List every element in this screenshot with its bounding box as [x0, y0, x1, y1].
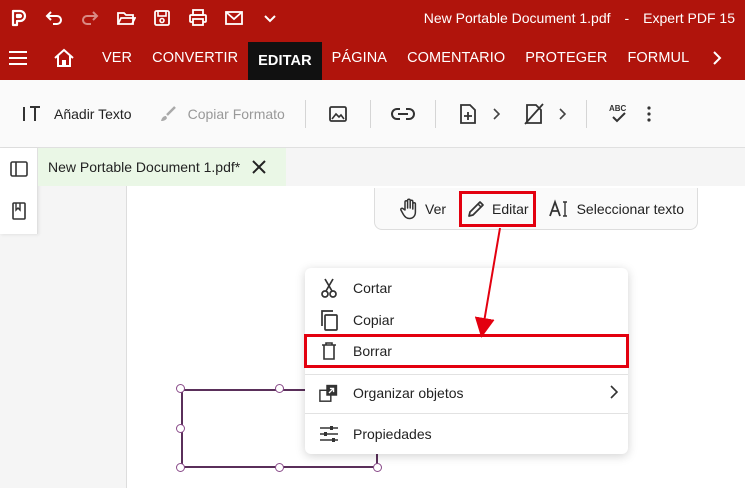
document-title: New Portable Document 1.pdf [423, 10, 611, 26]
scissors-icon [319, 278, 339, 298]
title-bar: New Portable Document 1.pdf - Expert PDF… [0, 0, 745, 36]
tab-convertir[interactable]: CONVERTIR [142, 36, 248, 80]
hand-icon [400, 198, 417, 219]
spell-check-text: ABC [609, 104, 627, 113]
view-mode-button[interactable]: Ver [393, 192, 452, 226]
print-icon[interactable] [180, 0, 216, 36]
bookmark-icon[interactable] [0, 190, 38, 232]
text-cursor-icon [548, 198, 567, 217]
toolbar-separator [434, 99, 436, 128]
window-title: New Portable Document 1.pdf - Expert PDF… [424, 0, 735, 36]
tabs-container: VER CONVERTIR EDITAR PÁGINA COMENTARIO P… [92, 36, 692, 80]
redo-icon[interactable] [72, 0, 108, 36]
copy-icon [319, 310, 339, 331]
toolbar-separator [369, 99, 371, 128]
arrange-objects-icon [319, 383, 339, 403]
brush-icon [160, 105, 176, 121]
view-mode-label: Ver [425, 200, 447, 217]
context-menu: Cortar Copiar Borrar Organizar objetos P… [304, 268, 629, 454]
tab-comentario[interactable]: COMENTARIO [397, 36, 515, 80]
ribbon-tab-bar: VER CONVERTIR EDITAR PÁGINA COMENTARIO P… [0, 36, 745, 80]
hamburger-menu-icon[interactable] [0, 36, 36, 80]
trash-icon [319, 341, 339, 361]
spell-check-icon[interactable]: ABC [601, 96, 637, 132]
add-text-label: Añadir Texto [54, 105, 132, 122]
menu-item-arrange-label: Organizar objetos [353, 385, 464, 401]
menu-separator [305, 413, 628, 414]
pencil-icon [468, 200, 484, 217]
app-logo-icon[interactable] [0, 0, 36, 36]
add-text-button[interactable]: Añadir Texto [16, 94, 138, 134]
copy-format-button[interactable]: Copiar Formato [152, 94, 291, 134]
undo-icon[interactable] [36, 0, 72, 36]
add-text-icon [23, 105, 40, 121]
menu-item-arrange[interactable]: Organizar objetos [305, 377, 628, 409]
chevron-down-icon[interactable] [252, 0, 288, 36]
more-options-icon[interactable] [637, 96, 661, 132]
app-name: Expert PDF 15 [643, 10, 735, 26]
menu-item-cut-label: Cortar [353, 280, 392, 296]
close-icon[interactable] [252, 160, 266, 174]
document-tab[interactable]: New Portable Document 1.pdf* [38, 148, 286, 186]
menu-item-properties-label: Propiedades [353, 426, 432, 442]
menu-separator [305, 374, 628, 375]
menu-item-copy-label: Copiar [353, 312, 395, 328]
edit-mode-label: Editar [492, 200, 529, 217]
toolbar-separator [585, 99, 587, 128]
open-folder-icon[interactable] [108, 0, 144, 36]
save-icon[interactable] [144, 0, 180, 36]
mode-bar: Ver Editar Seleccionar texto [374, 188, 698, 230]
selection-handle[interactable] [176, 424, 185, 433]
quick-access-toolbar [0, 0, 288, 36]
link-icon[interactable] [385, 96, 421, 132]
edit-mode-button[interactable]: Editar [459, 190, 536, 227]
chevron-right-icon [610, 385, 619, 402]
copy-format-label: Copiar Formato [187, 105, 285, 122]
selection-handle[interactable] [275, 463, 284, 472]
select-text-mode-button[interactable]: Seleccionar texto [543, 192, 690, 226]
tab-editar[interactable]: EDITAR [248, 42, 322, 80]
selection-handle[interactable] [176, 384, 185, 393]
edit-toolbar: Añadir Texto Copiar Formato ABC [0, 80, 745, 148]
menu-item-cut[interactable]: Cortar [305, 272, 628, 304]
selection-handle[interactable] [275, 384, 284, 393]
tab-formulario[interactable]: FORMULARIO [617, 36, 692, 80]
document-tab-label: New Portable Document 1.pdf* [48, 159, 241, 175]
sliders-icon [319, 424, 339, 444]
menu-item-properties[interactable]: Propiedades [305, 418, 628, 450]
menu-item-delete[interactable]: Borrar [304, 334, 629, 368]
insert-image-icon[interactable] [320, 96, 356, 132]
menu-item-copy[interactable]: Copiar [305, 304, 628, 336]
add-page-icon[interactable] [450, 96, 486, 132]
selection-handle[interactable] [176, 463, 185, 472]
tab-pagina[interactable]: PÁGINA [322, 36, 397, 80]
tab-proteger[interactable]: PROTEGER [515, 36, 617, 80]
mail-icon[interactable] [216, 0, 252, 36]
home-icon[interactable] [36, 36, 92, 80]
left-panel-rail [0, 148, 38, 234]
chevron-right-icon[interactable] [486, 107, 506, 120]
title-separator: - [624, 10, 630, 26]
tabs-scroll-right-icon[interactable] [689, 36, 745, 80]
select-text-mode-label: Seleccionar texto [576, 200, 684, 217]
sidebar-toggle-icon[interactable] [0, 148, 38, 190]
toolbar-separator [304, 99, 306, 128]
selection-handle[interactable] [373, 463, 382, 472]
tab-strip-background [286, 148, 745, 186]
remove-page-icon[interactable] [516, 96, 552, 132]
chevron-right-icon[interactable] [552, 107, 572, 120]
menu-item-delete-label: Borrar [353, 343, 392, 359]
tab-ver[interactable]: VER [92, 36, 142, 80]
